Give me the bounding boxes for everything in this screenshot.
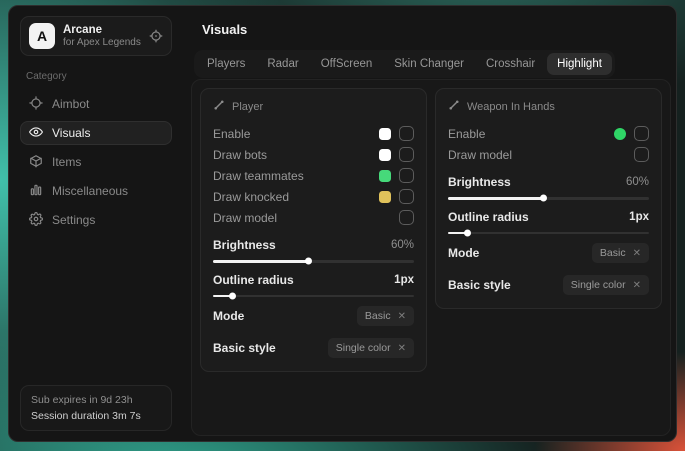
- draw-teammates-checkbox[interactable]: [399, 168, 414, 183]
- sidebar-item-aimbot[interactable]: Aimbot: [20, 92, 172, 116]
- brightness-group: Brightness 60%: [448, 173, 649, 200]
- bone-icon: [448, 99, 460, 114]
- remove-icon[interactable]: ✕: [398, 311, 406, 322]
- mode-tag[interactable]: Basic ✕: [592, 243, 649, 263]
- bone-icon: [213, 99, 225, 114]
- brightness-group: Brightness 60%: [213, 236, 414, 263]
- draw-model-row: Draw model: [213, 207, 414, 228]
- sidebar-item-label: Miscellaneous: [52, 184, 128, 198]
- outline-radius-slider[interactable]: [448, 232, 649, 235]
- basic-style-tag[interactable]: Single color ✕: [328, 338, 414, 358]
- outline-radius-value: 1px: [394, 274, 414, 286]
- mode-tag[interactable]: Basic ✕: [357, 306, 414, 326]
- app-subtitle: for Apex Legends: [63, 37, 141, 50]
- outline-radius-group: Outline radius 1px: [213, 271, 414, 298]
- sidebar-item-label: Items: [52, 155, 81, 169]
- enable-row: Enable: [213, 123, 414, 144]
- main-area: Visuals Players Radar OffScreen Skin Cha…: [183, 6, 676, 441]
- visuals-tabbar: Players Radar OffScreen Skin Changer Cro…: [194, 50, 615, 78]
- enable-checkbox[interactable]: [634, 126, 649, 141]
- app-window: A Arcane for Apex Legends Category: [8, 5, 677, 442]
- aimbot-icon: [29, 96, 43, 113]
- outline-radius-value: 1px: [629, 211, 649, 223]
- sidebar: A Arcane for Apex Legends Category: [9, 6, 183, 441]
- target-icon[interactable]: [149, 29, 163, 43]
- tab-offscreen[interactable]: OffScreen: [311, 53, 383, 75]
- page-title: Visuals: [202, 22, 247, 37]
- sidebar-item-settings[interactable]: Settings: [20, 208, 172, 232]
- box-icon: [29, 154, 43, 171]
- panel-title: Weapon In Hands: [467, 101, 555, 113]
- category-label: Category: [26, 71, 172, 82]
- sidebar-item-items[interactable]: Items: [20, 150, 172, 174]
- enable-checkbox[interactable]: [399, 126, 414, 141]
- sub-expires-text: Sub expires in 9d 23h: [31, 394, 161, 406]
- tab-players[interactable]: Players: [197, 53, 255, 75]
- tab-radar[interactable]: Radar: [257, 53, 308, 75]
- app-logo: A: [29, 23, 55, 49]
- basic-style-row: Basic style Single color ✕: [448, 272, 649, 298]
- sidebar-item-label: Visuals: [52, 126, 90, 140]
- basic-style-row: Basic style Single color ✕: [213, 335, 414, 361]
- remove-icon[interactable]: ✕: [398, 343, 406, 354]
- color-swatch[interactable]: [379, 128, 391, 140]
- app-header-card: A Arcane for Apex Legends: [20, 16, 172, 56]
- outline-radius-group: Outline radius 1px: [448, 208, 649, 235]
- sidebar-nav: Aimbot Visuals Items: [20, 92, 172, 232]
- color-swatch[interactable]: [379, 191, 391, 203]
- draw-teammates-row: Draw teammates: [213, 165, 414, 186]
- remove-icon[interactable]: ✕: [633, 280, 641, 291]
- draw-model-checkbox[interactable]: [399, 210, 414, 225]
- session-duration-text: Session duration 3m 7s: [31, 410, 161, 422]
- draw-bots-row: Draw bots: [213, 144, 414, 165]
- panel-title: Player: [232, 101, 263, 113]
- sidebar-item-label: Settings: [52, 213, 95, 227]
- subscription-card: Sub expires in 9d 23h Session duration 3…: [20, 385, 172, 431]
- sidebar-item-label: Aimbot: [52, 97, 89, 111]
- weapon-in-hands-panel: Weapon In Hands Enable Draw model: [435, 88, 662, 309]
- brightness-slider[interactable]: [213, 260, 414, 263]
- tab-skin-changer[interactable]: Skin Changer: [384, 53, 474, 75]
- mode-row: Mode Basic ✕: [448, 240, 649, 266]
- tab-highlight[interactable]: Highlight: [547, 53, 612, 75]
- enable-row: Enable: [448, 123, 649, 144]
- color-swatch[interactable]: [379, 170, 391, 182]
- columns-icon: [29, 183, 43, 200]
- brightness-value: 60%: [391, 239, 414, 251]
- gear-icon: [29, 212, 43, 229]
- draw-model-checkbox[interactable]: [634, 147, 649, 162]
- tab-crosshair[interactable]: Crosshair: [476, 53, 545, 75]
- draw-model-row: Draw model: [448, 144, 649, 165]
- draw-knocked-row: Draw knocked: [213, 186, 414, 207]
- draw-knocked-checkbox[interactable]: [399, 189, 414, 204]
- player-panel: Player Enable Draw bots: [200, 88, 427, 372]
- remove-icon[interactable]: ✕: [633, 248, 641, 259]
- mode-row: Mode Basic ✕: [213, 303, 414, 329]
- draw-bots-checkbox[interactable]: [399, 147, 414, 162]
- brightness-value: 60%: [626, 176, 649, 188]
- app-name: Arcane: [63, 23, 141, 37]
- color-swatch[interactable]: [614, 128, 626, 140]
- highlight-content: Player Enable Draw bots: [191, 79, 671, 436]
- color-swatch[interactable]: [379, 149, 391, 161]
- sidebar-item-visuals[interactable]: Visuals: [20, 121, 172, 145]
- basic-style-tag[interactable]: Single color ✕: [563, 275, 649, 295]
- brightness-slider[interactable]: [448, 197, 649, 200]
- sidebar-item-miscellaneous[interactable]: Miscellaneous: [20, 179, 172, 203]
- eye-icon: [29, 125, 43, 142]
- outline-radius-slider[interactable]: [213, 295, 414, 298]
